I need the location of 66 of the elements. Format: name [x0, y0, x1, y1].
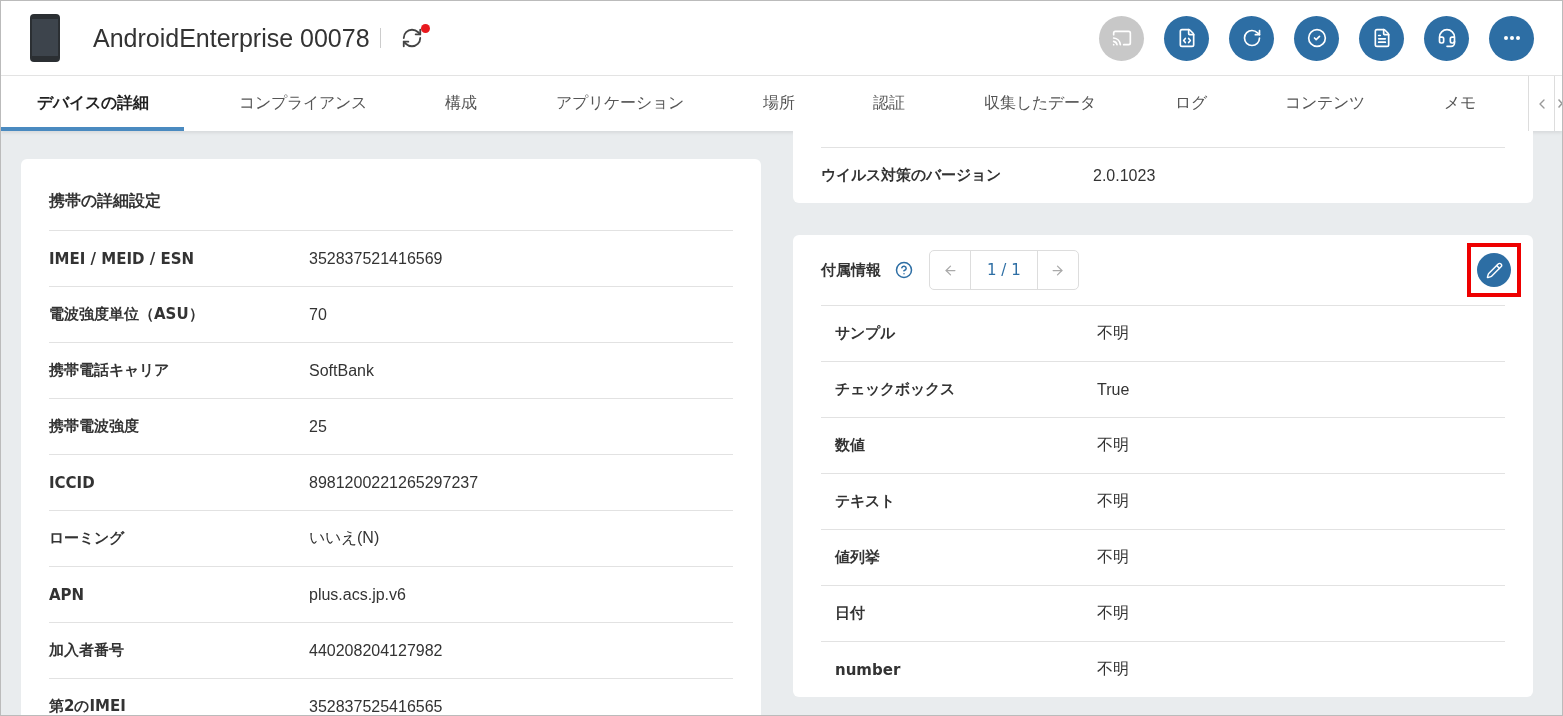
check-button[interactable]: [1294, 15, 1339, 61]
field-value: 25: [309, 417, 327, 436]
field-label: 電波強度単位（ASU）: [49, 305, 205, 324]
pencil-icon: [1485, 261, 1503, 279]
field-label: 数値: [834, 436, 866, 455]
field-label: 携帯電波強度: [49, 417, 140, 436]
more-button[interactable]: [1489, 15, 1534, 61]
field-value: 不明: [1097, 659, 1129, 679]
cast-icon: [1111, 28, 1132, 48]
field-label: 第2のIMEI: [49, 697, 127, 715]
field-value: 不明: [1097, 603, 1129, 623]
field-value: SoftBank: [309, 361, 374, 380]
field-label: ウイルス対策のバージョン: [821, 166, 1002, 185]
field-value: いいえ(N): [309, 528, 380, 548]
field-label: number: [834, 660, 902, 679]
tab[interactable]: 認証: [849, 76, 930, 131]
tab[interactable]: デバイスの詳細: [1, 76, 184, 131]
restart-button[interactable]: [1229, 15, 1274, 61]
arrow-right-icon: [1050, 262, 1066, 278]
chevron-right-icon: [1558, 99, 1562, 108]
field-value: 440208204127982: [309, 641, 443, 660]
code-file-button[interactable]: [1164, 15, 1209, 61]
page-indicator: 1 / 1: [970, 251, 1038, 289]
field-label: 加入者番号: [49, 641, 125, 660]
more-icon: [1503, 36, 1520, 40]
sync-icon[interactable]: [400, 27, 423, 49]
tab[interactable]: 場所: [738, 76, 819, 131]
field-value: 不明: [1097, 491, 1129, 511]
help-icon[interactable]: [895, 261, 913, 279]
card-title: 付属情報: [821, 260, 881, 280]
field-label: IMEI / MEID / ESN: [49, 249, 195, 268]
restart-icon: [1241, 28, 1262, 48]
field-label: 携帯電話キャリア: [49, 361, 170, 380]
field-label: 日付: [834, 604, 866, 623]
field-value: True: [1097, 380, 1130, 399]
field-value: plus.acs.jp.v6: [309, 585, 406, 604]
field-value: 不明: [1097, 323, 1129, 343]
headset-button[interactable]: [1424, 15, 1469, 61]
field-label: チェックボックス: [834, 380, 956, 399]
card-title: 携帯の詳細設定: [49, 191, 161, 212]
field-value: 不明: [1097, 547, 1129, 567]
field-label: ICCID: [49, 473, 96, 492]
field-label: ローミング: [49, 529, 126, 548]
device-title: AndroidEnterprise 00078: [93, 23, 370, 53]
field-label: 値列挙: [833, 548, 881, 567]
tab[interactable]: メモ: [1419, 76, 1500, 131]
field-value: 2.0.1023: [1093, 166, 1156, 185]
field-label: APN: [49, 585, 86, 604]
tab[interactable]: コンプライアンス: [214, 76, 391, 131]
tab[interactable]: コンテンツ: [1261, 76, 1390, 131]
headset-icon: [1436, 28, 1457, 48]
field-value: 8981200221265297237: [309, 473, 479, 492]
tab[interactable]: ログ: [1150, 76, 1231, 131]
field-label: サンプル: [834, 324, 896, 343]
document-button[interactable]: [1359, 15, 1404, 61]
tab[interactable]: 収集したデータ: [959, 76, 1120, 131]
check-icon: [1306, 28, 1327, 48]
field-label: テキスト: [834, 492, 896, 511]
field-value: 352837525416565: [309, 697, 443, 715]
field-value: 70: [309, 305, 327, 324]
edit-button[interactable]: [1477, 253, 1511, 287]
field-value: 不明: [1097, 435, 1129, 455]
tab[interactable]: 構成: [421, 76, 502, 131]
tab[interactable]: アプリケーション: [531, 76, 708, 131]
phone-icon: [29, 13, 61, 63]
field-value: 352837521416569: [309, 249, 443, 268]
